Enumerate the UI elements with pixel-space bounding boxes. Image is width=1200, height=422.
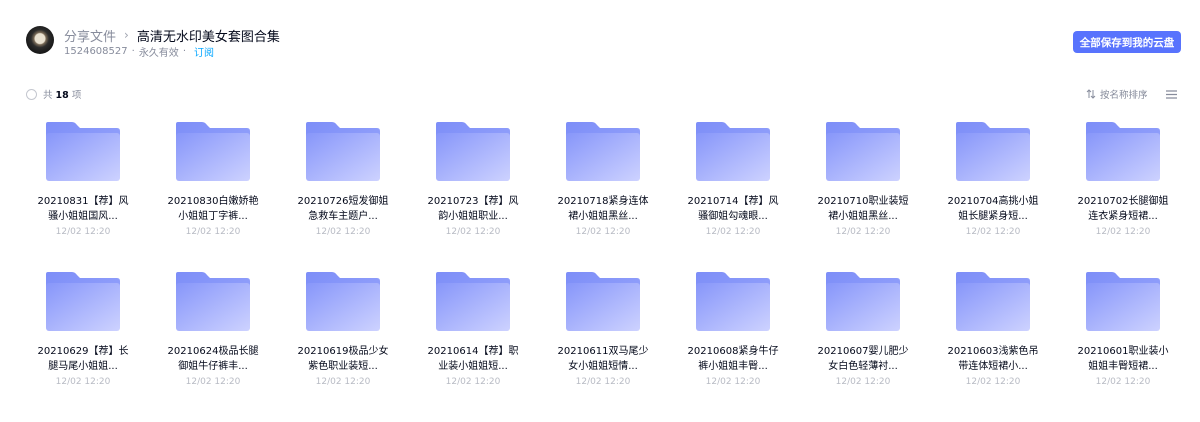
folder-name: 20210624极品长腿御姐牛仔裤丰... xyxy=(167,346,259,372)
list-view-icon[interactable] xyxy=(1166,90,1177,99)
folder-icon xyxy=(306,122,380,181)
folder-name: 20210601职业装小姐姐丰臀短裙... xyxy=(1077,346,1169,372)
folder-date: 12/02 12:20 xyxy=(705,377,761,387)
user-id: 1524608527 xyxy=(64,46,128,57)
folder-icon xyxy=(696,272,770,331)
folder-name: 20210702长腿御姐连衣紧身短裙... xyxy=(1077,196,1169,222)
folder-item[interactable]: 20210603浅紫色吊带连体短裙小... 12/02 12:20 xyxy=(928,262,1058,412)
folder-icon xyxy=(46,122,120,181)
folder-name: 20210726短发御姐急救车主题户... xyxy=(297,196,389,222)
folder-name: 20210710职业装短裙小姐姐黑丝... xyxy=(817,196,909,222)
count-suffix: 项 xyxy=(71,90,82,101)
folder-name: 20210614【荐】职业装小姐姐短... xyxy=(427,346,519,372)
sort-by-name-button[interactable]: 按名称排序 xyxy=(1086,87,1148,101)
meta-separator: · xyxy=(182,46,186,57)
folder-icon xyxy=(306,272,380,331)
folder-name: 20210611双马尾少女小姐姐短情... xyxy=(557,346,649,372)
folder-item[interactable]: 20210726短发御姐急救车主题户... 12/02 12:20 xyxy=(278,112,408,262)
folder-item[interactable]: 20210718紧身连体裙小姐姐黑丝... 12/02 12:20 xyxy=(538,112,668,262)
folder-icon xyxy=(436,122,510,181)
folder-item[interactable]: 20210624极品长腿御姐牛仔裤丰... 12/02 12:20 xyxy=(148,262,278,412)
folder-item[interactable]: 20210714【荐】风骚御姐勾魂眼... 12/02 12:20 xyxy=(668,112,798,262)
folder-item[interactable]: 20210704高挑小姐姐长腿紧身短... 12/02 12:20 xyxy=(928,112,1058,262)
folder-date: 12/02 12:20 xyxy=(185,377,241,387)
folder-icon xyxy=(1086,122,1160,181)
folder-date: 12/02 12:20 xyxy=(1095,377,1151,387)
folder-name: 20210831【荐】风骚小姐姐国风... xyxy=(37,196,129,222)
folder-date: 12/02 12:20 xyxy=(575,227,631,237)
folder-name: 20210714【荐】风骚御姐勾魂眼... xyxy=(687,196,779,222)
breadcrumb-root[interactable]: 分享文件 xyxy=(64,26,116,45)
folder-icon xyxy=(956,272,1030,331)
folder-name: 20210619极品少女紫色职业装短... xyxy=(297,346,389,372)
avatar[interactable] xyxy=(26,26,54,54)
folder-date: 12/02 12:20 xyxy=(55,377,111,387)
file-toolbar: 共 18 项 按名称排序 xyxy=(0,82,1200,106)
folder-item[interactable]: 20210702长腿御姐连衣紧身短裙... 12/02 12:20 xyxy=(1058,112,1188,262)
folder-date: 12/02 12:20 xyxy=(575,377,631,387)
folder-icon xyxy=(566,272,640,331)
folder-item[interactable]: 20210831【荐】风骚小姐姐国风... 12/02 12:20 xyxy=(18,112,148,262)
sort-label: 按名称排序 xyxy=(1100,90,1148,101)
page-title: 高清无水印美女套图合集 xyxy=(136,29,280,45)
breadcrumb-separator-icon: › xyxy=(124,28,129,42)
folder-item[interactable]: 20210619极品少女紫色职业装短... 12/02 12:20 xyxy=(278,262,408,412)
meta-separator: · xyxy=(131,46,135,57)
folder-icon xyxy=(696,122,770,181)
folder-name: 20210704高挑小姐姐长腿紧身短... xyxy=(947,196,1039,222)
folder-item[interactable]: 20210723【荐】风韵小姐姐职业... 12/02 12:20 xyxy=(408,112,538,262)
folder-date: 12/02 12:20 xyxy=(445,377,501,387)
sort-arrows-icon xyxy=(1086,89,1096,99)
folder-item[interactable]: 20210629【荐】长腿马尾小姐姐... 12/02 12:20 xyxy=(18,262,148,412)
folder-icon xyxy=(826,272,900,331)
folder-name: 20210723【荐】风韵小姐姐职业... xyxy=(427,196,519,222)
folder-date: 12/02 12:20 xyxy=(965,377,1021,387)
folder-icon xyxy=(46,272,120,331)
folder-date: 12/02 12:20 xyxy=(315,377,371,387)
folder-item[interactable]: 20210608紧身牛仔裤小姐姐丰臀... 12/02 12:20 xyxy=(668,262,798,412)
share-meta: 1524608527 · 永久有效 · 订阅 xyxy=(64,44,214,59)
folder-icon xyxy=(176,122,250,181)
folder-icon xyxy=(566,122,640,181)
folder-name: 20210718紧身连体裙小姐姐黑丝... xyxy=(557,196,649,222)
folder-icon xyxy=(1086,272,1160,331)
subscribe-link[interactable]: 订阅 xyxy=(194,44,214,59)
folder-date: 12/02 12:20 xyxy=(835,227,891,237)
breadcrumb: 分享文件 › 高清无水印美女套图合集 xyxy=(64,26,280,45)
folder-item[interactable]: 20210614【荐】职业装小姐姐短... 12/02 12:20 xyxy=(408,262,538,412)
share-header: 分享文件 › 高清无水印美女套图合集 1524608527 · 永久有效 · 订… xyxy=(0,0,1200,80)
validity-label: 永久有效 xyxy=(138,48,179,59)
folder-date: 12/02 12:20 xyxy=(185,227,241,237)
folder-date: 12/02 12:20 xyxy=(965,227,1021,237)
folder-name: 20210629【荐】长腿马尾小姐姐... xyxy=(37,346,129,372)
folder-icon xyxy=(176,272,250,331)
folder-date: 12/02 12:20 xyxy=(55,227,111,237)
item-count: 共 18 项 xyxy=(43,87,81,101)
file-grid: 20210831【荐】风骚小姐姐国风... 12/02 12:20 202108… xyxy=(18,112,1188,412)
save-all-button[interactable]: 全部保存到我的云盘 xyxy=(1073,31,1181,53)
folder-date: 12/02 12:20 xyxy=(1095,227,1151,237)
folder-icon xyxy=(436,272,510,331)
folder-date: 12/02 12:20 xyxy=(445,227,501,237)
folder-date: 12/02 12:20 xyxy=(315,227,371,237)
folder-item[interactable]: 20210830白嫩娇艳小姐姐丁字裤... 12/02 12:20 xyxy=(148,112,278,262)
count-value: 18 xyxy=(55,90,69,101)
folder-icon xyxy=(956,122,1030,181)
folder-icon xyxy=(826,122,900,181)
folder-item[interactable]: 20210601职业装小姐姐丰臀短裙... 12/02 12:20 xyxy=(1058,262,1188,412)
folder-name: 20210603浅紫色吊带连体短裙小... xyxy=(947,346,1039,372)
folder-item[interactable]: 20210611双马尾少女小姐姐短情... 12/02 12:20 xyxy=(538,262,668,412)
folder-name: 20210830白嫩娇艳小姐姐丁字裤... xyxy=(167,196,259,222)
count-prefix: 共 xyxy=(43,90,53,101)
folder-item[interactable]: 20210607婴儿肥少女白色轻薄衬... 12/02 12:20 xyxy=(798,262,928,412)
select-all-checkbox[interactable] xyxy=(26,89,37,100)
folder-name: 20210608紧身牛仔裤小姐姐丰臀... xyxy=(687,346,779,372)
folder-item[interactable]: 20210710职业装短裙小姐姐黑丝... 12/02 12:20 xyxy=(798,112,928,262)
folder-date: 12/02 12:20 xyxy=(835,377,891,387)
folder-date: 12/02 12:20 xyxy=(705,227,761,237)
folder-name: 20210607婴儿肥少女白色轻薄衬... xyxy=(817,346,909,372)
